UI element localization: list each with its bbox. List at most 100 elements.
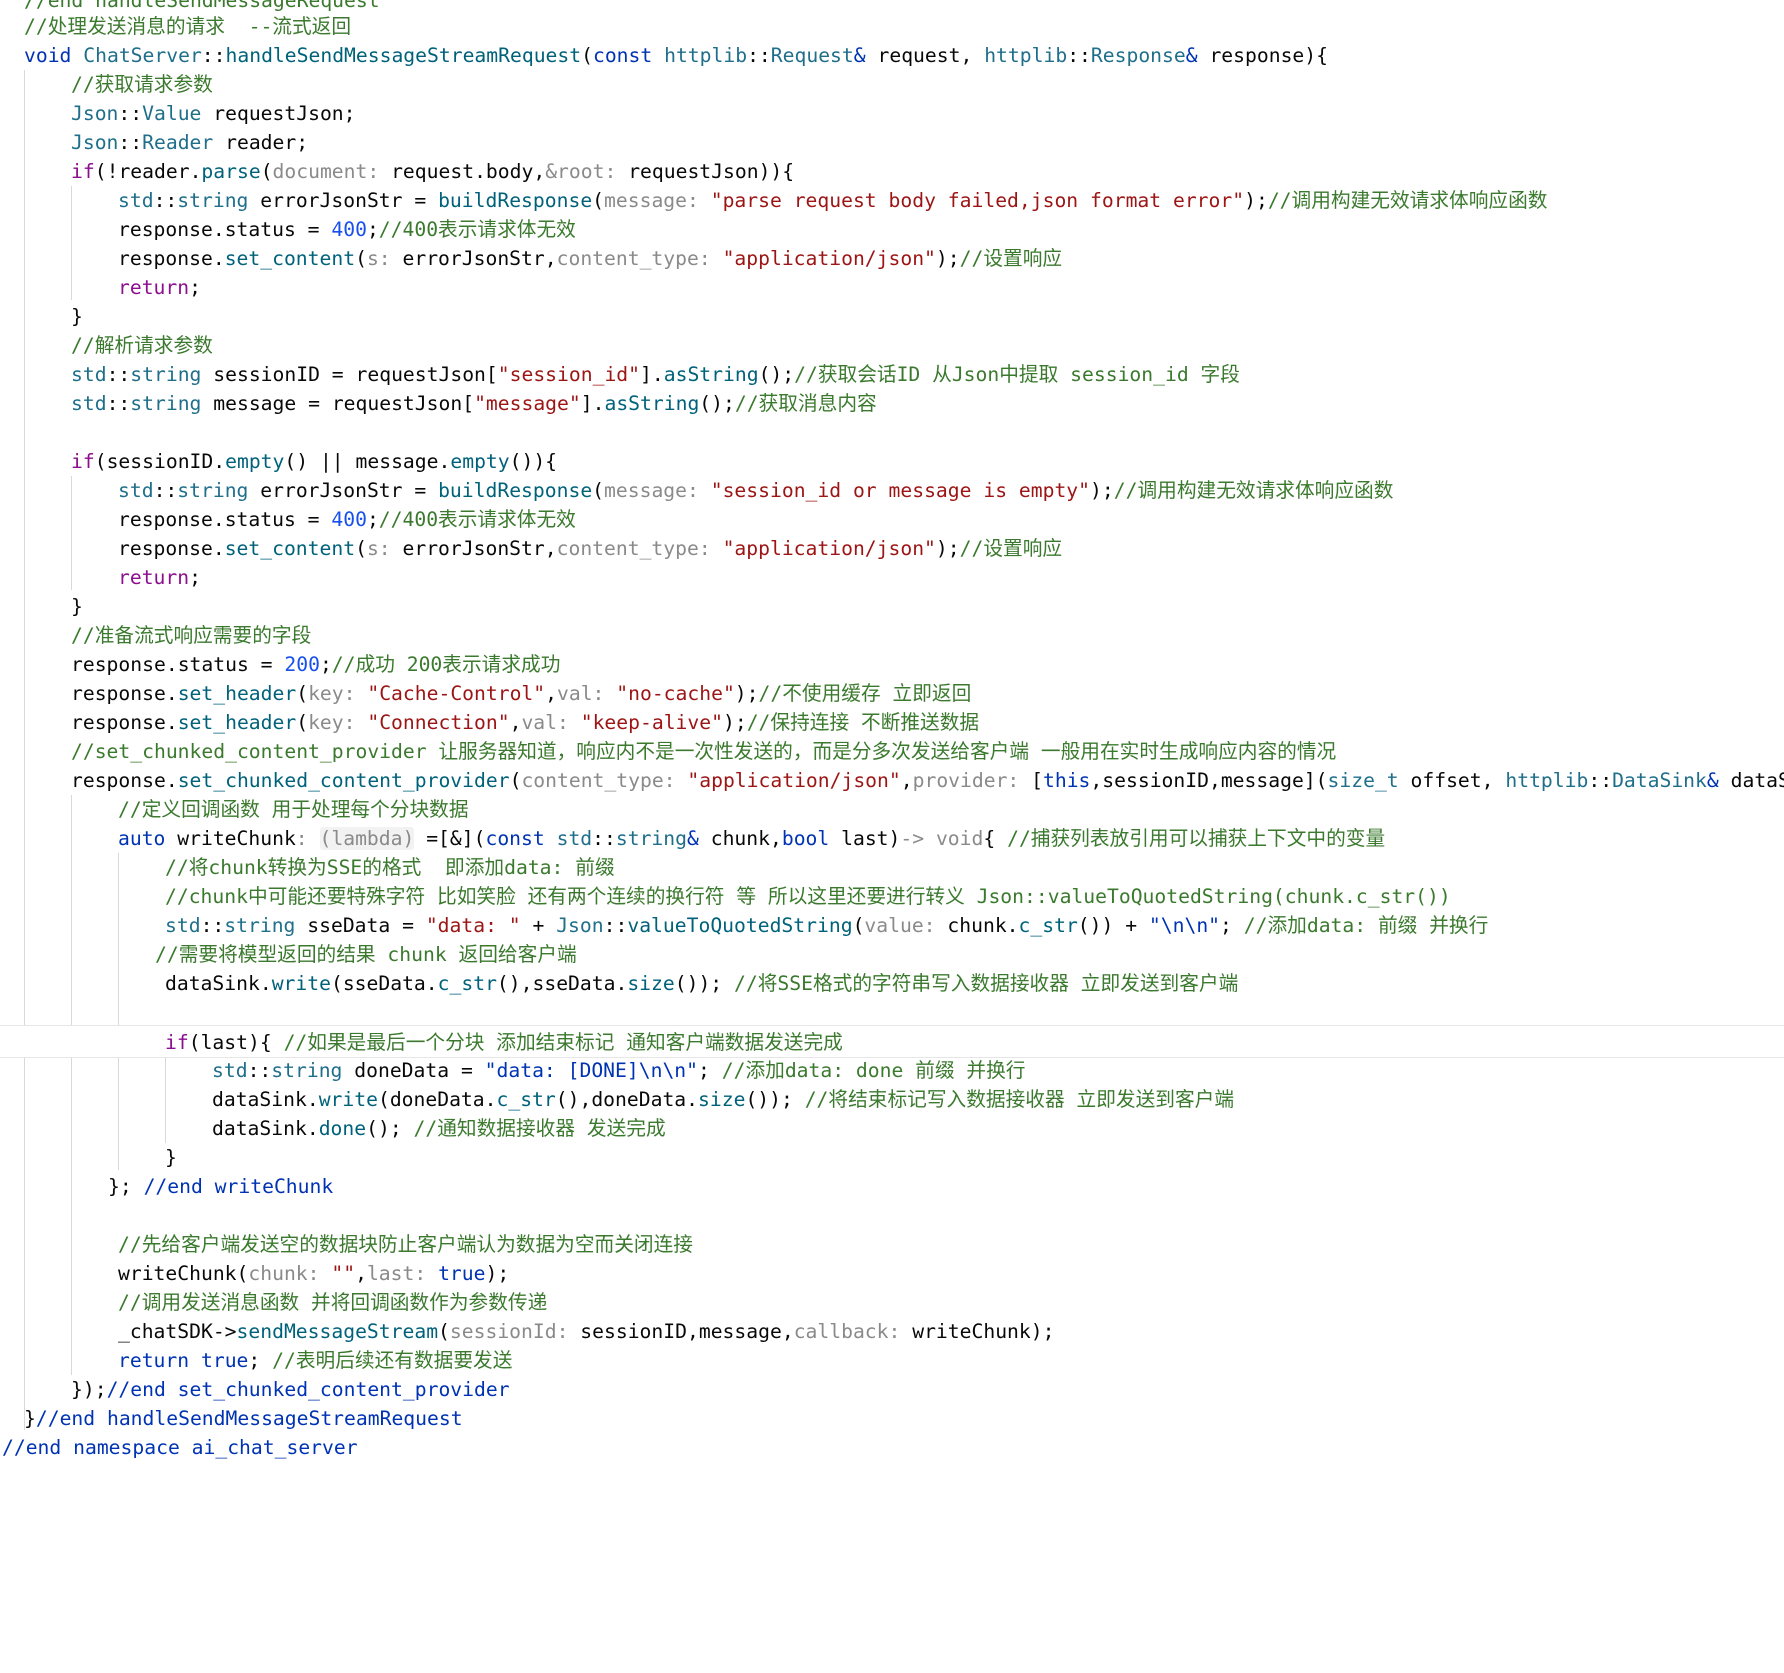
code-token: dataSink bbox=[165, 972, 260, 995]
code-line[interactable]: std::string message = requestJson["messa… bbox=[0, 387, 1784, 420]
code-token: ()){ bbox=[509, 450, 558, 473]
code-token: :: bbox=[153, 479, 178, 502]
code-token: //end writeChunk bbox=[143, 1175, 334, 1198]
code-line[interactable]: }; //end writeChunk bbox=[0, 1170, 1784, 1203]
code-token: message bbox=[698, 1320, 782, 1343]
code-token: string bbox=[224, 914, 308, 937]
code-token: "application/json" bbox=[722, 247, 936, 270]
code-token: //获取请求参数 bbox=[71, 73, 213, 96]
code-editor[interactable]: //end handleSendMessageRequest//处理发送消息的请… bbox=[0, 0, 1784, 1673]
code-token: . bbox=[306, 1117, 319, 1140]
code-token: . bbox=[686, 1088, 699, 1111]
code-token: message: bbox=[604, 479, 711, 502]
code-token: "parse request body failed,json format e… bbox=[710, 189, 1245, 212]
code-token: done bbox=[318, 1117, 367, 1140]
code-token: Response bbox=[1090, 44, 1186, 67]
code-token: ); bbox=[935, 537, 960, 560]
code-token: //不使用缓存 立即返回 bbox=[758, 682, 972, 705]
code-line[interactable]: //end namespace ai_chat_server bbox=[0, 1431, 1784, 1464]
code-token: handleSendMessageStreamRequest bbox=[225, 44, 582, 67]
code-token: :: bbox=[603, 914, 628, 937]
code-token: = bbox=[449, 1059, 485, 1082]
code-token: //准备流式响应需要的字段 bbox=[71, 624, 312, 647]
code-token: //400表示请求体无效 bbox=[378, 508, 576, 531]
code-token: Json bbox=[71, 131, 119, 154]
code-token: string bbox=[177, 479, 261, 502]
code-token: Value bbox=[142, 102, 214, 125]
code-token: //保持连接 不断推送数据 bbox=[746, 711, 980, 734]
code-token: c_str bbox=[496, 1088, 556, 1111]
code-token: std bbox=[118, 479, 154, 502]
code-token: , bbox=[533, 160, 546, 183]
code-token: this bbox=[1043, 769, 1091, 792]
code-token: response bbox=[71, 769, 166, 792]
code-token: "no-cache" bbox=[616, 682, 735, 705]
code-token: ( bbox=[260, 160, 273, 183]
code-token: :: bbox=[592, 827, 616, 850]
code-token: (! bbox=[94, 160, 119, 183]
code-token: ( bbox=[330, 972, 343, 995]
code-token: s: bbox=[366, 537, 403, 560]
code-token: ; bbox=[366, 218, 379, 241]
code-token: status bbox=[177, 653, 249, 676]
code-token: callback: bbox=[793, 1320, 913, 1343]
code-token: :: bbox=[1588, 769, 1613, 792]
code-token: dataSink bbox=[212, 1117, 307, 1140]
code-token: , bbox=[544, 537, 557, 560]
code-token: ); bbox=[1244, 189, 1268, 212]
code-token: , bbox=[781, 1320, 794, 1343]
code-token: //通知数据接收器 发送完成 bbox=[413, 1117, 666, 1140]
code-token: ); bbox=[1030, 1320, 1055, 1343]
code-token: content_type: bbox=[556, 247, 723, 270]
code-token: string bbox=[130, 363, 214, 386]
code-token: "application/json" bbox=[687, 769, 901, 792]
code-token: = bbox=[319, 363, 356, 386]
code-token: message bbox=[355, 450, 439, 473]
code-token: write bbox=[318, 1088, 378, 1111]
code-token: = bbox=[390, 914, 426, 937]
code-token: , bbox=[1208, 769, 1221, 792]
code-token: :: bbox=[106, 392, 131, 415]
code-token: . bbox=[474, 160, 486, 183]
code-token: const bbox=[592, 44, 665, 67]
code-token: . bbox=[306, 1088, 319, 1111]
code-token: (), bbox=[496, 972, 533, 995]
code-token: key: bbox=[308, 682, 368, 705]
code-token: sessionID bbox=[106, 450, 214, 473]
code-token: offset bbox=[1410, 769, 1482, 792]
code-line[interactable]: dataSink.write(sseData.c_str(),sseData.s… bbox=[0, 967, 1784, 1000]
code-token: //end set_chunked_content_provider bbox=[106, 1378, 510, 1401]
code-token: "session_id" bbox=[497, 363, 641, 386]
code-token: reader; bbox=[225, 131, 309, 154]
code-token: buildResponse bbox=[438, 479, 593, 502]
code-token: const bbox=[485, 827, 557, 850]
code-token: + bbox=[520, 914, 557, 937]
code-token: ; bbox=[366, 508, 379, 531]
code-token: sessionId: bbox=[449, 1320, 581, 1343]
code-token: set_chunked_content_provider bbox=[177, 769, 510, 792]
code-token: ){ bbox=[248, 1031, 284, 1054]
code-token: s: bbox=[366, 247, 403, 270]
code-token: c_str bbox=[1018, 914, 1078, 937]
code-token: //调用发送消息函数 并将回调函数作为参数传递 bbox=[118, 1291, 548, 1314]
code-token: ){ bbox=[1304, 44, 1328, 67]
code-token: return bbox=[118, 1349, 201, 1372]
code-token: last: bbox=[366, 1262, 439, 1285]
code-token: //解析请求参数 bbox=[71, 334, 213, 357]
code-token: . bbox=[484, 1088, 497, 1111]
code-token: ); bbox=[485, 1262, 510, 1285]
code-token: = bbox=[402, 189, 439, 212]
code-token: =[&]( bbox=[414, 827, 486, 850]
code-token: //捕获列表放引用可以捕获上下文中的变量 bbox=[1007, 827, 1386, 850]
code-token: () || bbox=[284, 450, 356, 473]
code-token: reader bbox=[118, 160, 190, 183]
code-token: response bbox=[118, 537, 213, 560]
code-token: . bbox=[212, 218, 225, 241]
code-token: . bbox=[259, 972, 272, 995]
code-token: //处理发送消息的请求 --流式返回 bbox=[24, 15, 352, 38]
code-token: errorJsonStr bbox=[402, 247, 545, 270]
code-token: . bbox=[212, 508, 225, 531]
code-token: ( bbox=[236, 1262, 249, 1285]
code-token: = bbox=[295, 508, 332, 531]
code-token: sseData bbox=[532, 972, 616, 995]
